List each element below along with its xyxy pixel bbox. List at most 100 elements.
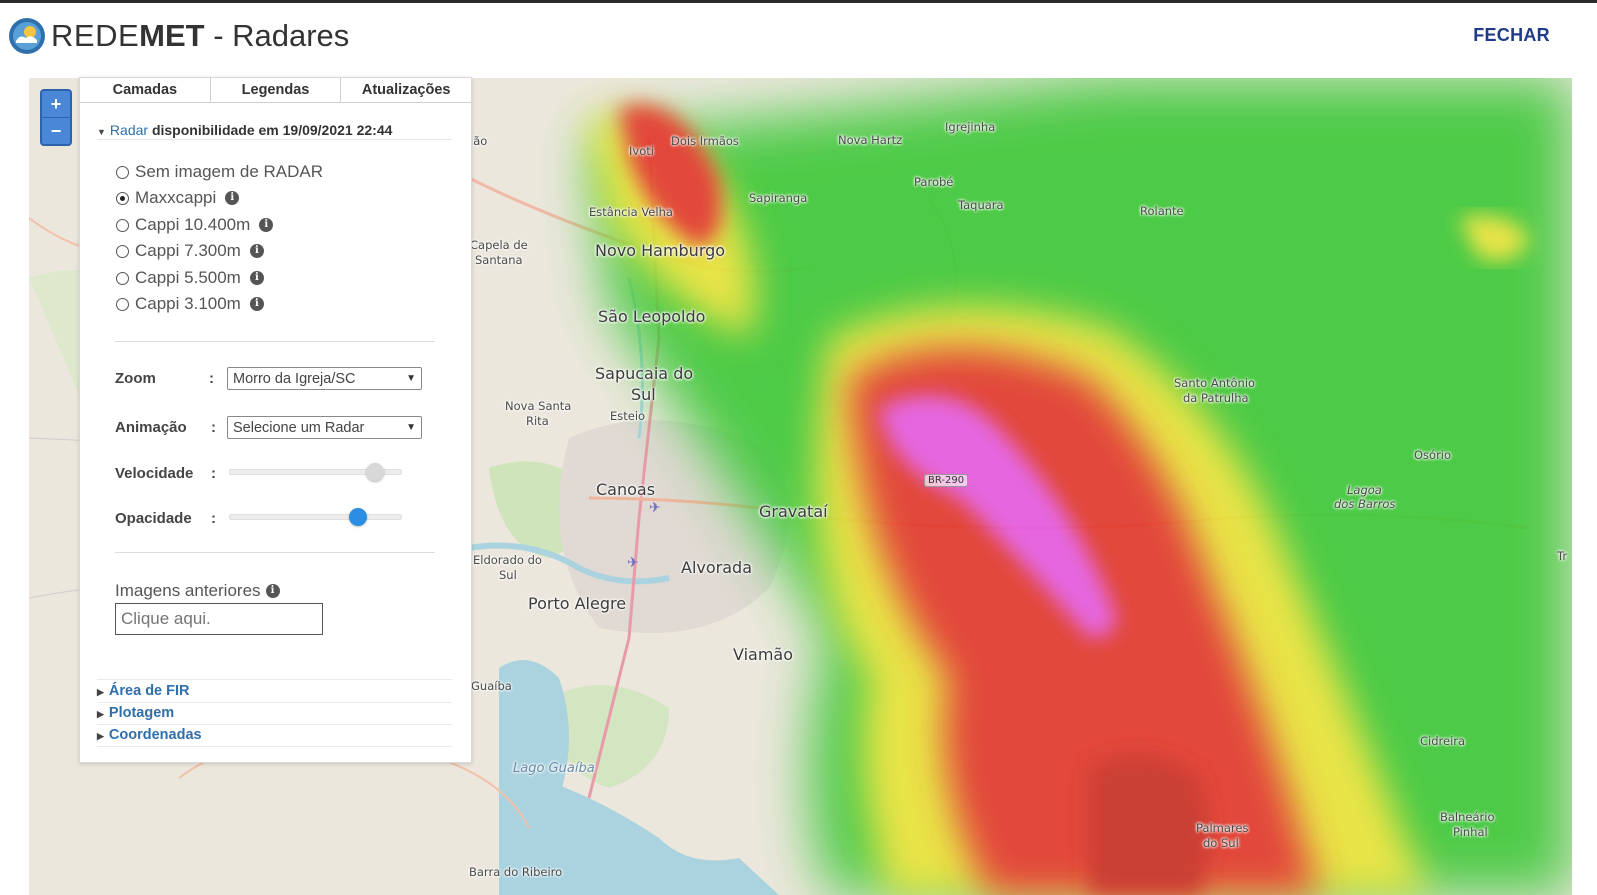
map-label: Alvorada xyxy=(681,558,752,577)
radio-maxxcappi[interactable]: Maxxcappi i xyxy=(116,187,240,209)
radio-cappi-5500[interactable]: Cappi 5.500m i xyxy=(116,267,264,289)
map-label: Santo Antônio xyxy=(1174,376,1256,390)
collapsible-plotagem[interactable]: ▶ Plotagem xyxy=(97,703,452,725)
brand-rede: REDE xyxy=(51,18,140,53)
tab-atualizacoes[interactable]: Atualizações xyxy=(341,78,472,103)
radar-section-header: ▼ Radar disponibilidade em 19/09/2021 22:… xyxy=(97,122,392,138)
radio-button[interactable] xyxy=(116,218,129,232)
radio-cappi-3100[interactable]: Cappi 3.100m i xyxy=(116,293,264,315)
brand-met: MET xyxy=(139,18,205,53)
radio-button[interactable] xyxy=(116,297,129,311)
panel-tabs: Camadas Legendas Atualizações xyxy=(80,78,472,103)
info-icon[interactable]: i xyxy=(249,244,264,258)
map-label: Santana xyxy=(475,253,523,267)
speed-slider[interactable] xyxy=(229,463,402,481)
collapsible-coordenadas[interactable]: ▶ Coordenadas xyxy=(97,725,452,747)
radio-button[interactable] xyxy=(116,271,129,285)
info-icon[interactable]: i xyxy=(249,271,264,285)
previous-images-text: Imagens anteriores xyxy=(115,581,261,600)
map-label: Dois Irmãos xyxy=(671,134,739,148)
map-label: Porto Alegre xyxy=(528,594,627,613)
chevron-down-icon: ▼ xyxy=(406,373,416,384)
map-label: Barra do Ribeiro xyxy=(469,865,563,879)
tab-camadas[interactable]: Camadas xyxy=(80,78,211,103)
brand-subtitle: - Radares xyxy=(204,18,350,53)
map-label: Palmares xyxy=(1196,821,1249,835)
zoom-control: + − xyxy=(40,89,72,146)
zoom-label: Zoom xyxy=(115,370,156,387)
layer-panel: Camadas Legendas Atualizações ▼ Radar dis… xyxy=(79,77,472,763)
zoom-colon: : xyxy=(209,370,214,387)
map-label: da Patrulha xyxy=(1183,391,1249,405)
previous-images-input[interactable] xyxy=(115,603,323,635)
animation-select[interactable]: Selecione um Radar ▼ xyxy=(227,416,422,439)
radio-sem-imagem[interactable]: Sem imagem de RADAR xyxy=(116,161,323,183)
map-label: Viamão xyxy=(733,645,794,664)
close-button[interactable]: FECHAR xyxy=(1473,25,1550,46)
map-label: Tr xyxy=(1557,549,1568,563)
radar-section-link[interactable]: Radar xyxy=(110,122,148,138)
opacity-slider-handle[interactable] xyxy=(349,508,368,526)
map-label: ião xyxy=(470,134,488,148)
caret-right-icon: ▶ xyxy=(97,709,104,719)
map-label: Sapucaia do xyxy=(595,364,694,383)
map-label: Gravataí xyxy=(759,502,828,521)
map-label: Estância Velha xyxy=(589,205,673,219)
radio-button[interactable] xyxy=(116,244,129,258)
zoom-select[interactable]: Morro da Igreja/SC ▼ xyxy=(227,367,422,390)
previous-images-label: Imagens anteriores i xyxy=(115,581,280,601)
radio-button[interactable] xyxy=(116,165,129,179)
map-label: Rolante xyxy=(1140,204,1184,218)
header: REDEMET - Radares FECHAR xyxy=(0,3,1597,73)
map-label: Balneário xyxy=(1440,810,1495,824)
map-label: Nova Hartz xyxy=(838,133,903,147)
map-label: Igrejinha xyxy=(945,120,996,134)
map-label: Novo Hamburgo xyxy=(595,241,726,260)
highway-shield: BR-290 xyxy=(924,474,969,487)
collapsible-label: Área de FIR xyxy=(108,683,190,699)
collapsible-label: Coordenadas xyxy=(108,727,202,743)
speed-label: Velocidade xyxy=(115,465,194,482)
caret-right-icon: ▶ xyxy=(97,731,104,741)
speed-slider-handle[interactable] xyxy=(366,463,385,481)
collapsible-area-fir[interactable]: ▶ Área de FIR xyxy=(97,681,452,703)
radio-label: Cappi 5.500m xyxy=(135,268,241,287)
opacity-slider[interactable] xyxy=(229,508,402,526)
speed-colon: : xyxy=(211,465,216,482)
info-icon[interactable]: i xyxy=(225,191,240,205)
map-label: Guaíba xyxy=(471,679,512,693)
page-title: REDEMET - Radares xyxy=(51,17,349,55)
radio-label: Maxxcappi xyxy=(135,188,217,207)
map-label: Esteio xyxy=(610,409,646,423)
divider xyxy=(115,341,435,342)
map-label: Sapiranga xyxy=(749,191,808,205)
zoom-select-value: Morro da Igreja/SC xyxy=(233,371,356,387)
map-label: Lagoa xyxy=(1347,483,1382,497)
divider xyxy=(97,679,452,680)
section-divider xyxy=(97,139,452,140)
map-label: Pinhal xyxy=(1453,825,1488,839)
collapsible-label: Plotagem xyxy=(108,705,175,721)
map-label: Osório xyxy=(1414,448,1452,462)
radio-cappi-7300[interactable]: Cappi 7.300m i xyxy=(116,240,264,262)
info-icon[interactable]: i xyxy=(265,584,280,598)
map-label: São Leopoldo xyxy=(598,307,706,326)
chevron-down-icon: ▼ xyxy=(406,422,416,433)
divider xyxy=(115,552,435,553)
zoom-in-button[interactable]: + xyxy=(42,91,70,117)
map-label: Capela de xyxy=(470,238,528,252)
map-label: Canoas xyxy=(596,480,656,499)
info-icon[interactable]: i xyxy=(259,218,274,232)
caret-down-icon[interactable]: ▼ xyxy=(97,127,106,137)
map-label: Parobé xyxy=(914,175,954,189)
map-label: Rita xyxy=(526,414,549,428)
zoom-out-button[interactable]: − xyxy=(42,117,70,144)
radio-cappi-10400[interactable]: Cappi 10.400m i xyxy=(116,214,274,236)
radio-button[interactable] xyxy=(116,191,129,205)
map-label: Sul xyxy=(499,568,517,582)
radio-label: Cappi 10.400m xyxy=(135,215,251,234)
tab-legendas[interactable]: Legendas xyxy=(210,78,342,103)
radio-label: Cappi 7.300m xyxy=(135,241,241,260)
map-label: Nova Santa xyxy=(505,399,572,413)
info-icon[interactable]: i xyxy=(249,297,264,311)
